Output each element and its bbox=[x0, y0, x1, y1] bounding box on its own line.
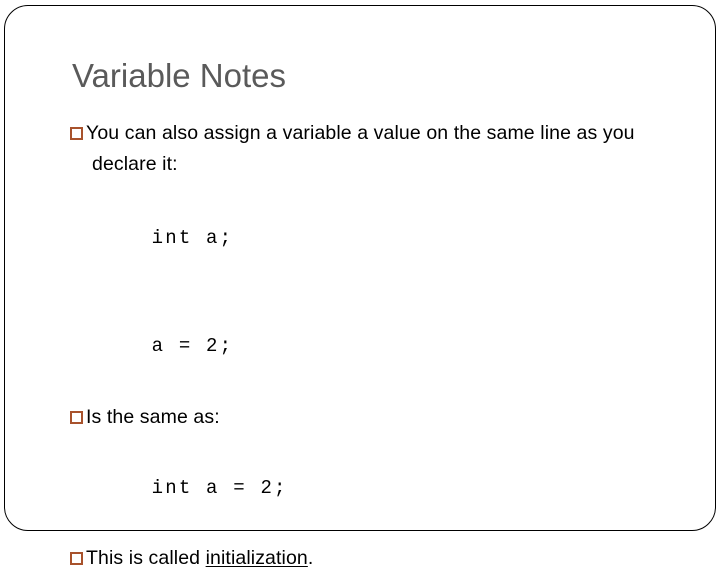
bullet-list-item: This is called initialization. bbox=[70, 543, 670, 574]
bullet-list-item: Is the same as: bbox=[70, 402, 670, 433]
bullet-item-text-before: This is called bbox=[86, 547, 206, 569]
bullet-item-label: Is the same as: bbox=[86, 406, 220, 428]
code-line-text: int a = 2; bbox=[151, 477, 288, 499]
bullet-item-label: This is called initialization. bbox=[86, 547, 313, 569]
slide-body-content: You can also assign a variable a value o… bbox=[70, 118, 670, 574]
hollow-square-bullet-icon bbox=[70, 552, 83, 565]
code-line-text: a = 2; bbox=[151, 335, 234, 357]
hollow-square-bullet-icon bbox=[70, 411, 83, 424]
slide-canvas: Variable Notes You can also assign a var… bbox=[0, 0, 720, 569]
code-line: a = 2; bbox=[70, 292, 670, 400]
code-line: int a; bbox=[70, 184, 670, 292]
bullet-item-text-after: . bbox=[307, 547, 314, 569]
code-line: int a = 2; bbox=[70, 434, 670, 542]
code-line-text: int a; bbox=[151, 227, 234, 249]
page-title: Variable Notes bbox=[72, 57, 287, 94]
emphasized-term: initialization bbox=[205, 547, 308, 569]
bullet-item-label: You can also assign a variable a value o… bbox=[86, 122, 635, 175]
bullet-list-item: You can also assign a variable a value o… bbox=[70, 118, 670, 180]
hollow-square-bullet-icon bbox=[70, 127, 83, 140]
